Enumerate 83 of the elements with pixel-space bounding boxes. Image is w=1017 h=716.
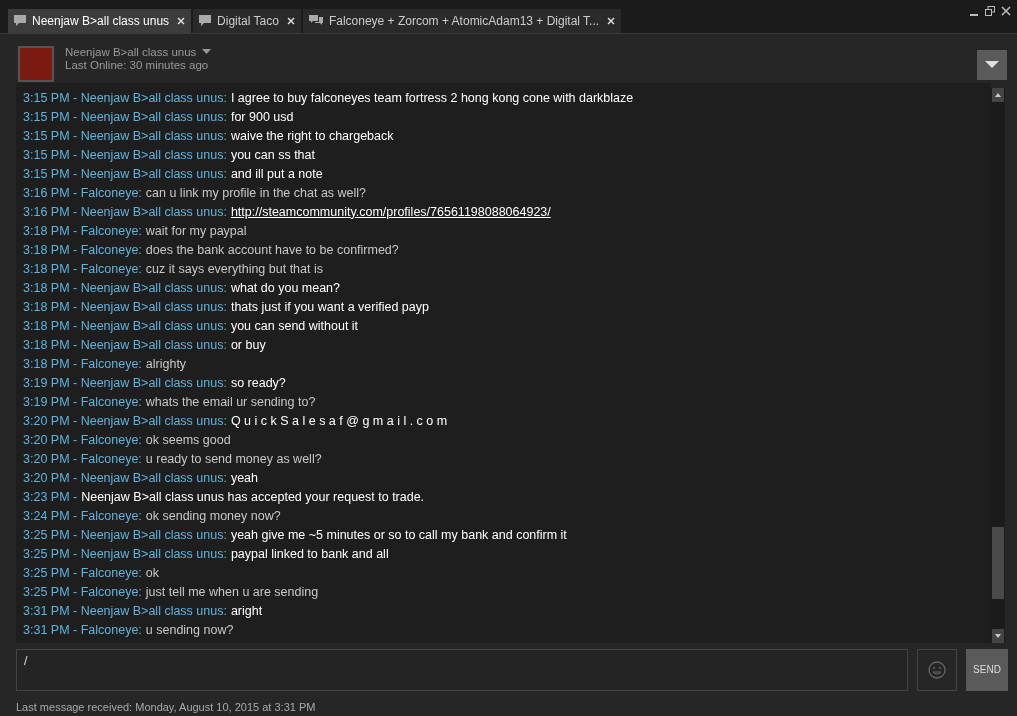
message-header: 3:15 PM - Neenjaw B>all class unus: xyxy=(23,109,227,124)
chat-tab[interactable]: Digital Taco xyxy=(193,8,301,33)
scroll-thumb[interactable] xyxy=(992,526,1004,599)
avatar xyxy=(18,45,54,82)
message-text: u sending now? xyxy=(145,622,234,637)
message-header: 3:20 PM - Falconeye: xyxy=(23,432,142,447)
message-text: so ready? xyxy=(230,375,286,390)
close-tab-icon[interactable] xyxy=(177,16,186,25)
message-text: paypal linked to bank and all xyxy=(230,546,389,561)
message-text: just tell me when u are sending xyxy=(145,584,319,599)
message-header: 3:25 PM - Neenjaw B>all class unus: xyxy=(23,546,227,561)
scroll-up-icon[interactable] xyxy=(992,87,1004,102)
message-text: does the bank account have to be confirmed? xyxy=(145,242,399,257)
message-header: 3:18 PM - Falconeye: xyxy=(23,242,142,257)
message-text: wait for my paypal xyxy=(145,223,247,238)
message-header: 3:20 PM - Neenjaw B>all class unus: xyxy=(23,413,227,428)
message-header: 3:18 PM - Falconeye: xyxy=(23,223,142,238)
message-text: and ill put a note xyxy=(230,166,323,181)
message-header: 3:18 PM - Falconeye: xyxy=(23,261,142,276)
message-header: 3:18 PM - Neenjaw B>all class unus: xyxy=(23,337,227,352)
message-header: 3:31 PM - Neenjaw B>all class unus: xyxy=(23,603,227,618)
message-timestamp: 3:23 PM - xyxy=(23,489,78,504)
message-text: Q u i c k S a l e s a f @ g m a i l . c o m xyxy=(230,413,448,428)
message-text: for 900 usd xyxy=(230,109,294,124)
message-header: 3:18 PM - Neenjaw B>all class unus: xyxy=(23,280,227,295)
scroll-down-icon[interactable] xyxy=(992,628,1004,643)
profile-link[interactable]: http://steamcommunity.com/profiles/76561198088064923/ xyxy=(230,204,551,219)
message-text: what do you mean? xyxy=(230,280,341,295)
message-header: 3:18 PM - Falconeye: xyxy=(23,356,142,371)
message-header: 3:25 PM - Neenjaw B>all class unus: xyxy=(23,527,227,542)
message-text: you can send without it xyxy=(230,318,359,333)
close-tab-icon[interactable] xyxy=(286,16,295,25)
message-header: 3:15 PM - Neenjaw B>all class unus: xyxy=(23,90,227,105)
maximize-icon[interactable] xyxy=(985,6,995,16)
message-header: 3:20 PM - Falconeye: xyxy=(23,451,142,466)
message-header: 3:15 PM - Neenjaw B>all class unus: xyxy=(23,166,227,181)
message-text: thats just if you want a verified payp xyxy=(230,299,429,314)
message-header: 3:16 PM - Falconeye: xyxy=(23,185,142,200)
message-text: can u link my profile in the chat as well? xyxy=(145,185,367,200)
message-header: 3:18 PM - Neenjaw B>all class unus: xyxy=(23,299,227,314)
scrollbar[interactable] xyxy=(991,87,1005,643)
message-text: waive the right to chargeback xyxy=(230,128,394,143)
message-text: alrighty xyxy=(145,356,187,371)
send-button[interactable]: SEND xyxy=(966,648,1008,691)
message-header: 3:19 PM - Neenjaw B>all class unus: xyxy=(23,375,227,390)
message-text: yeah give me ~5 minutes or so to call my bank and confirm it xyxy=(230,527,567,542)
last-message-status: Last message received: Monday, August 10, 2015 at 3:31 PM xyxy=(16,700,316,713)
message-header: 3:20 PM - Neenjaw B>all class unus: xyxy=(23,470,227,485)
message-text: whats the email ur sending to? xyxy=(145,394,316,409)
dropdown-button[interactable] xyxy=(977,49,1007,80)
message-header: 3:25 PM - Falconeye: xyxy=(23,584,142,599)
message-header: 3:24 PM - Falconeye: xyxy=(23,508,142,523)
smiley-icon xyxy=(928,660,946,679)
message-text: yeah xyxy=(230,470,259,485)
message-header: 3:15 PM - Neenjaw B>all class unus: xyxy=(23,128,227,143)
close-tab-icon[interactable] xyxy=(607,16,616,25)
message-header: 3:16 PM - Neenjaw B>all class unus: xyxy=(23,204,227,219)
message-text: cuz it says everything but that is xyxy=(145,261,323,276)
speech-bubble-icon xyxy=(14,14,26,27)
message-text: u ready to send money as well? xyxy=(145,451,322,466)
speech-bubbles-icon xyxy=(308,14,323,27)
message-text: you can ss that xyxy=(230,147,315,162)
message-header: 3:31 PM - Falconeye: xyxy=(23,622,142,637)
close-icon[interactable] xyxy=(1001,6,1011,16)
message-text: I agree to buy falconeyes team fortress 2 hong kong cone with darkblaze xyxy=(230,90,634,105)
message-header: 3:19 PM - Falconeye: xyxy=(23,394,142,409)
chat-tab[interactable]: Neenjaw B>all class unus xyxy=(8,8,192,33)
speech-bubble-icon xyxy=(199,14,212,27)
message-header: 3:18 PM - Neenjaw B>all class unus: xyxy=(23,318,227,333)
message-input-field[interactable]: / xyxy=(16,648,908,691)
message-header: 3:15 PM - Neenjaw B>all class unus: xyxy=(23,147,227,162)
trade-event-text: Neenjaw B>all class unus has accepted your request to trade. xyxy=(81,489,425,504)
chat-tab[interactable]: Falconeye + Zorcom + AtomicAdam13 + Digital T... xyxy=(302,8,622,33)
caret-icon[interactable] xyxy=(202,49,212,56)
friend-name[interactable]: Neenjaw B>all class unus xyxy=(65,45,197,59)
caret-icon xyxy=(985,60,999,69)
message-text: ok sending money now? xyxy=(145,508,281,523)
message-header: 3:25 PM - Falconeye: xyxy=(23,565,142,580)
message-text: or buy xyxy=(230,337,266,352)
message-text: aright xyxy=(230,603,263,618)
message-text: ok xyxy=(145,565,159,580)
last-online-status: Last Online: 30 minutes ago xyxy=(65,58,210,72)
message-text: ok seems good xyxy=(145,432,231,447)
